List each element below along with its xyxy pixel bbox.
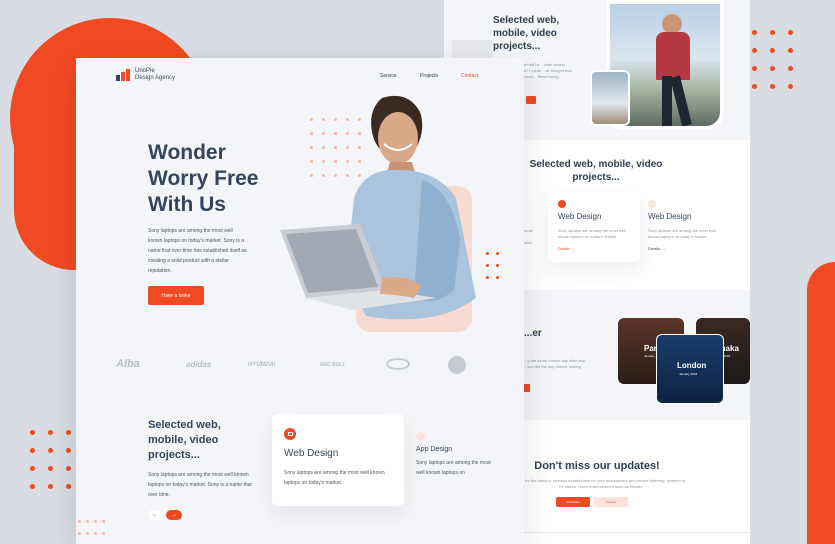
card-web-text: Sony laptops are among the most well kno… <box>284 470 385 486</box>
back-card-1-title: Web Design <box>558 212 602 221</box>
card-app-title: App Design <box>416 446 453 453</box>
back-card-2-text: Sony laptops are among the most well kno… <box>648 228 716 239</box>
partner-logo-redbull: RED BULL <box>320 362 346 368</box>
city-london-name: London <box>677 361 707 370</box>
updates-text: ...ay for the latest in wireless headpho… <box>516 478 686 489</box>
monitor-icon <box>284 428 296 440</box>
monitor-icon <box>558 200 566 208</box>
brand-name: UnoPie <box>135 68 155 74</box>
projects-description: Sony laptops are among the most well kno… <box>148 472 252 498</box>
partner-logo-hyundai: HYUNDAI <box>248 362 276 368</box>
contact-button[interactable]: Contact <box>594 497 628 507</box>
monitor-icon <box>648 200 656 208</box>
back-service-card-2[interactable]: Web Design Sony laptops are among the mo… <box>648 192 740 262</box>
decorative-orange-shape <box>14 120 76 270</box>
projects-title: Selected web, mobile, video projects... <box>148 419 221 461</box>
city-london-date: January 2018 <box>679 372 698 376</box>
partner-logo-adidas: adidas <box>186 360 212 369</box>
card-app-text: Sony laptops are among the most well kno… <box>416 460 491 476</box>
service-card-app-design[interactable]: App Design Sony laptops are among the mo… <box>416 430 516 500</box>
phone-icon <box>416 432 425 441</box>
nav-projects[interactable]: Projects <box>420 73 438 79</box>
hero-title-line-3: With Us <box>148 193 226 216</box>
nav-contact[interactable]: Contact <box>461 73 478 79</box>
carousel-next-button[interactable]: → <box>166 510 182 520</box>
city-card-london[interactable]: London January 2018 <box>656 334 724 404</box>
back-card-2-link[interactable]: Details → <box>648 246 665 251</box>
front-page-mockup: UnoPie Design Agency Service Projects Co… <box>76 58 524 544</box>
back-card-1-link[interactable]: Details → <box>558 246 575 251</box>
back-card-1-text: Sony laptops are among the most well kno… <box>558 228 626 239</box>
back-travel-text: ...g the same routine day after day, ...… <box>524 358 586 369</box>
nav-service[interactable]: Service <box>380 73 397 79</box>
subscribe-button[interactable]: Subscribe <box>556 497 590 507</box>
hero-title-line-2: Worry Free <box>148 167 259 190</box>
back-travel-button[interactable] <box>524 384 530 392</box>
man-with-laptop-image <box>280 95 476 320</box>
decorative-orange-edge <box>807 262 835 544</box>
back-header-title: Selected web, mobile, video projects... <box>493 15 560 52</box>
service-card-web-design[interactable]: Web Design Sony laptops are among the mo… <box>272 414 404 506</box>
unopie-logo-icon <box>116 69 130 81</box>
back-travel-title: ...er <box>524 328 542 339</box>
hero-title: Wonder Worry Free With Us <box>148 140 259 218</box>
back-header-shape <box>452 40 492 60</box>
back-service-card-1[interactable]: Web Design Sony laptops are among the mo… <box>548 192 640 262</box>
partner-logo-alba: Alba <box>116 358 140 370</box>
footer-divider <box>524 532 750 533</box>
hero-cta-button[interactable]: Have a looke <box>148 286 204 305</box>
hero-title-line-1: Wonder <box>148 141 226 164</box>
office-photo <box>590 70 630 126</box>
partner-logo-globe-icon <box>448 356 466 374</box>
back-section-title: Selected web, mobile, video projects... <box>529 159 663 183</box>
back-card-2-title: Web Design <box>648 212 692 221</box>
card-web-title: Web Design <box>284 448 339 459</box>
back-header-text: ...s we will be ...rther twenty years? I… <box>516 62 572 79</box>
brand-logo[interactable]: UnoPie Design Agency <box>116 68 175 82</box>
hero-description: Sony laptops are among the most well kno… <box>148 228 247 274</box>
carousel-prev-button[interactable]: ← <box>148 510 162 520</box>
partner-logo-circle-badge-icon <box>386 358 410 370</box>
back-header-button[interactable] <box>526 96 536 104</box>
brand-subtitle: Design Agency <box>135 75 176 81</box>
updates-title: Don't miss our updates! <box>534 460 660 472</box>
